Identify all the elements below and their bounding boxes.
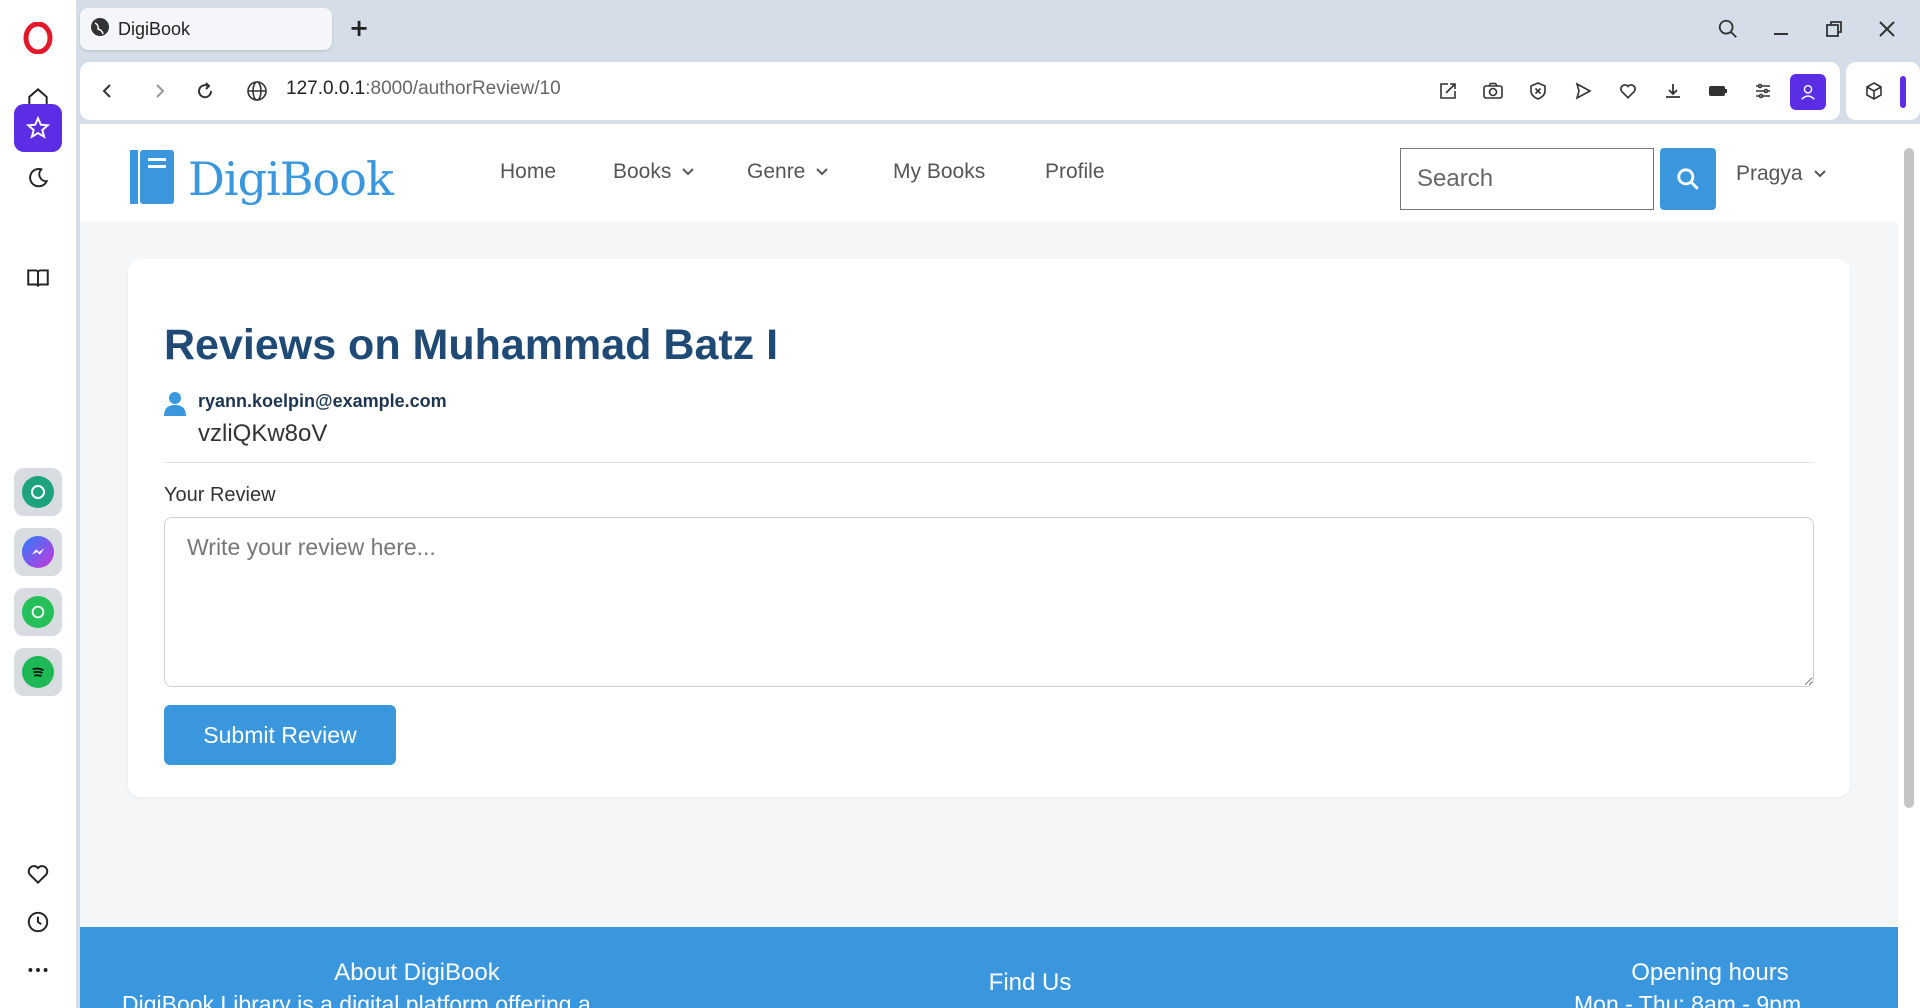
chevron-down-icon [816,168,829,176]
nav-home[interactable]: Home [500,160,556,184]
address-bar: 127.0.0.1:8000/authorReview/10 [80,62,1840,120]
search-input[interactable]: Search [1400,148,1654,210]
user-menu[interactable]: Pragya [1736,162,1827,186]
site-info-icon[interactable] [242,76,272,106]
close-icon[interactable] [1870,12,1904,46]
minimize-icon[interactable] [1764,12,1798,46]
review-item: ryann.koelpin@example.com vzliQKw8oV [164,391,447,448]
url-text[interactable]: 127.0.0.1:8000/authorReview/10 [286,78,561,100]
more-icon[interactable] [14,946,62,994]
nav-profile-label: Profile [1045,160,1105,183]
review-textarea[interactable] [164,517,1814,687]
search-button[interactable] [1660,148,1716,210]
site-navbar: DigiBook Home Books Genre My Books Profi… [80,124,1898,222]
new-tab-button[interactable]: + [346,16,372,42]
easy-setup-icon[interactable] [1749,77,1777,105]
sidebar-toggle-indicator[interactable] [1900,76,1906,108]
chatgpt-icon[interactable] [14,468,62,516]
reviews-card: Reviews on Muhammad Batz I ryann.koelpin… [128,259,1850,797]
heart-icon[interactable] [1614,77,1642,105]
history-icon[interactable] [14,898,62,946]
review-label: Your Review [164,484,276,506]
spotify-icon[interactable] [14,648,62,696]
search-tabs-icon[interactable] [1711,12,1745,46]
footer-about-text: DigiBook Library is a digital platform o… [122,991,591,1008]
tab-title: DigiBook [118,18,191,39]
nav-genre[interactable]: Genre [747,160,829,184]
whatsapp-icon[interactable] [14,588,62,636]
cube-icon[interactable] [1860,77,1888,105]
nav-home-label: Home [500,160,557,183]
forward-icon[interactable] [145,76,175,106]
brand-name: DigiBook [188,152,394,206]
extensions-area [1846,62,1920,120]
battery-icon[interactable] [1704,77,1732,105]
scrollbar-thumb[interactable] [1904,148,1914,808]
search-icon [1677,168,1699,190]
opera-logo-icon[interactable] [22,21,54,55]
maximize-icon[interactable] [1817,12,1851,46]
nav-genre-label: Genre [747,160,806,183]
user-icon [164,391,186,448]
back-icon[interactable] [92,76,122,106]
camera-icon[interactable] [1479,77,1507,105]
share-icon[interactable] [1434,77,1462,105]
nav-books[interactable]: Books [613,160,695,184]
nav-my-books[interactable]: My Books [893,160,985,184]
footer-hours-title: Opening hours [1631,959,1789,986]
nav-profile[interactable]: Profile [1045,160,1105,184]
page-title: Reviews on Muhammad Batz I [164,321,779,369]
chevron-down-icon [1813,170,1826,178]
url-path: :8000/authorReview/10 [365,78,561,99]
review-author-email: ryann.koelpin@example.com [198,391,447,411]
send-icon[interactable] [1569,77,1597,105]
book-open-icon[interactable] [14,254,62,302]
divider [164,462,1814,463]
review-text: vzliQKw8oV [198,420,328,447]
globe-icon [90,17,110,41]
download-icon[interactable] [1659,77,1687,105]
reload-icon[interactable] [190,76,220,106]
star-icon[interactable] [14,104,62,152]
url-host: 127.0.0.1 [286,78,366,99]
tab-digibook[interactable]: DigiBook [80,8,332,50]
nav-my-books-label: My Books [893,160,986,183]
footer-about-title: About DigiBook [334,959,500,986]
footer-find-title: Find Us [988,969,1072,996]
chevron-down-icon [682,168,695,176]
heart-icon[interactable] [14,850,62,898]
user-name: Pragya [1736,162,1803,185]
profile-avatar-icon[interactable] [1790,74,1826,110]
moon-icon[interactable] [14,154,62,202]
tab-bar: DigiBook + [76,0,1920,58]
book-logo-icon [128,148,176,210]
brand-logo[interactable]: DigiBook [128,148,394,210]
browser-sidebar [0,0,76,1008]
submit-review-button[interactable]: Submit Review [164,705,396,765]
messenger-icon[interactable] [14,528,62,576]
site-footer: About DigiBook DigiBook Library is a dig… [80,927,1898,1008]
page-viewport: DigiBook Home Books Genre My Books Profi… [80,124,1898,1008]
footer-hours-text: Mon - Thu: 8am - 9pm [1574,991,1802,1008]
page-scrollbar[interactable] [1898,124,1920,1008]
adblock-icon[interactable] [1524,77,1552,105]
nav-books-label: Books [613,160,672,183]
